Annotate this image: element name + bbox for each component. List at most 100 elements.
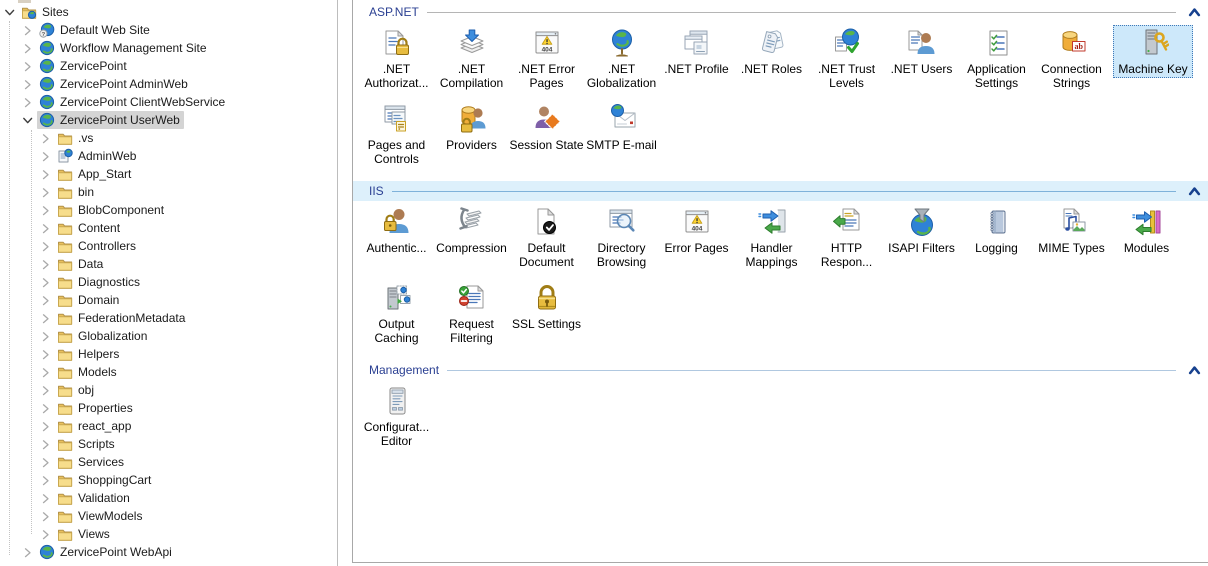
collapse-chevron-icon[interactable]: [4, 7, 15, 18]
expand-chevron-icon[interactable]: [40, 529, 51, 540]
feature-error-pages[interactable]: 404 Error Pages: [659, 204, 734, 271]
tree-item-controllers[interactable]: Controllers: [0, 237, 337, 255]
feature-authentic[interactable]: Authentic...: [359, 204, 434, 271]
feature-compression[interactable]: Compression: [434, 204, 509, 271]
tree-item-federationmetadata[interactable]: FederationMetadata: [0, 309, 337, 327]
expand-chevron-icon[interactable]: [40, 367, 51, 378]
feature-net-users[interactable]: .NET Users: [884, 25, 959, 92]
collapse-section-button[interactable]: [1188, 7, 1201, 17]
tree-item-validation[interactable]: Validation: [0, 489, 337, 507]
expand-chevron-icon[interactable]: [40, 259, 51, 270]
collapse-chevron-icon[interactable]: [22, 115, 33, 126]
tree-item-vs[interactable]: .vs: [0, 129, 337, 147]
feature-net-compilation[interactable]: .NET Compilation: [434, 25, 509, 92]
expand-chevron-icon[interactable]: [22, 43, 33, 54]
expand-chevron-icon[interactable]: [40, 493, 51, 504]
tree-item-zervicepoint[interactable]: ZervicePoint: [0, 57, 337, 75]
tree-item-data[interactable]: Data: [0, 255, 337, 273]
tree-item-zervicepoint-clientwebservice[interactable]: ZervicePoint ClientWebService: [0, 93, 337, 111]
feature-directory-browsing[interactable]: Directory Browsing: [584, 204, 659, 271]
feature-default-document[interactable]: Default Document: [509, 204, 584, 271]
feature-providers[interactable]: Providers: [434, 101, 509, 168]
feature-isapi-filters[interactable]: ISAPI Filters: [884, 204, 959, 271]
tree-item-scripts[interactable]: Scripts: [0, 435, 337, 453]
section-header-iis[interactable]: IIS: [353, 181, 1208, 201]
tree-item-shoppingcart[interactable]: ShoppingCart: [0, 471, 337, 489]
feature-configurat-editor[interactable]: Configurat... Editor: [359, 383, 434, 450]
feature-net-error-pages[interactable]: 404 .NET Error Pages: [509, 25, 584, 92]
section-header-asp-net[interactable]: ASP.NET: [359, 2, 1208, 22]
tree-item-globalization[interactable]: Globalization: [0, 327, 337, 345]
feature-net-globalization[interactable]: .NET Globalization: [584, 25, 659, 92]
tree-item-adminweb[interactable]: AdminWeb: [0, 147, 337, 165]
feature-http-respon[interactable]: HTTP Respon...: [809, 204, 884, 271]
expand-chevron-icon[interactable]: [40, 205, 51, 216]
feature-machine-key[interactable]: Machine Key: [1109, 25, 1197, 92]
expand-chevron-icon[interactable]: [40, 331, 51, 342]
expand-chevron-icon[interactable]: [40, 313, 51, 324]
expand-chevron-icon[interactable]: [40, 223, 51, 234]
tree-item-helpers[interactable]: Helpers: [0, 345, 337, 363]
feature-net-authorizat[interactable]: .NET Authorizat...: [359, 25, 434, 92]
collapse-section-button[interactable]: [1188, 365, 1201, 375]
feature-pages-and-controls[interactable]: Pages and Controls: [359, 101, 434, 168]
tree-item-blobcomponent[interactable]: BlobComponent: [0, 201, 337, 219]
tree-item-services[interactable]: Services: [0, 453, 337, 471]
expand-chevron-icon[interactable]: [40, 349, 51, 360]
tree-item-views[interactable]: Views: [0, 525, 337, 543]
expand-chevron-icon[interactable]: [22, 79, 33, 90]
feature-modules[interactable]: Modules: [1109, 204, 1184, 271]
feature-net-profile[interactable]: .NET Profile: [659, 25, 734, 92]
tree-item-content[interactable]: Content: [0, 219, 337, 237]
expand-chevron-icon[interactable]: [22, 25, 33, 36]
tree-item-workflow-management-site[interactable]: Workflow Management Site: [0, 39, 337, 57]
expand-chevron-icon[interactable]: [40, 187, 51, 198]
feature-mime-types[interactable]: MIME Types: [1034, 204, 1109, 271]
collapse-section-button[interactable]: [1188, 186, 1201, 196]
tree-item-bin[interactable]: bin: [0, 183, 337, 201]
feature-net-trust-levels[interactable]: .NET Trust Levels: [809, 25, 884, 92]
tree-item-models[interactable]: Models: [0, 363, 337, 381]
tree-item-react-app[interactable]: react_app: [0, 417, 337, 435]
tree-item-zervicepoint-webapi[interactable]: ZervicePoint WebApi: [0, 543, 337, 561]
feature-ssl-settings[interactable]: SSL Settings: [509, 280, 584, 347]
expand-chevron-icon[interactable]: [40, 241, 51, 252]
expand-chevron-icon[interactable]: [40, 133, 51, 144]
expand-chevron-icon[interactable]: [40, 295, 51, 306]
expand-chevron-icon[interactable]: [40, 439, 51, 450]
expand-chevron-icon[interactable]: [22, 97, 33, 108]
feature-application-settings[interactable]: Application Settings: [959, 25, 1034, 92]
feature-net-roles[interactable]: .NET Roles: [734, 25, 809, 92]
feature-connection-strings[interactable]: ab Connection Strings: [1034, 25, 1109, 92]
tree-item-properties[interactable]: Properties: [0, 399, 337, 417]
expand-chevron-icon[interactable]: [40, 421, 51, 432]
feature-smtp-e-mail[interactable]: SMTP E-mail: [584, 101, 659, 168]
tree-item-zervicepoint-userweb[interactable]: ZervicePoint UserWeb: [0, 111, 337, 129]
tree-item-zervicepoint-adminweb[interactable]: ZervicePoint AdminWeb: [0, 75, 337, 93]
expand-chevron-icon[interactable]: [40, 169, 51, 180]
feature-output-caching[interactable]: Output Caching: [359, 280, 434, 347]
expand-chevron-icon[interactable]: [40, 475, 51, 486]
expand-chevron-icon[interactable]: [22, 61, 33, 72]
expand-chevron-icon[interactable]: [22, 547, 33, 558]
tree-item-app-start[interactable]: App_Start: [0, 165, 337, 183]
section-header-management[interactable]: Management: [359, 360, 1208, 380]
feature-logging[interactable]: Logging: [959, 204, 1034, 271]
pane-splitter[interactable]: [339, 0, 352, 566]
feature-session-state[interactable]: Session State: [509, 101, 584, 168]
tree-item-sites[interactable]: Sites: [0, 3, 337, 21]
expand-chevron-icon[interactable]: [40, 277, 51, 288]
tree-item-obj[interactable]: obj: [0, 381, 337, 399]
expand-chevron-icon[interactable]: [40, 403, 51, 414]
feature-request-filtering[interactable]: Request Filtering: [434, 280, 509, 347]
expand-chevron-icon[interactable]: [40, 457, 51, 468]
expand-chevron-icon[interactable]: [40, 151, 51, 162]
tree-item-viewmodels[interactable]: ViewModels: [0, 507, 337, 525]
feature-label: Connection Strings: [1041, 62, 1102, 90]
tree-item-domain[interactable]: Domain: [0, 291, 337, 309]
tree-item-default-web-site[interactable]: ? Default Web Site: [0, 21, 337, 39]
feature-handler-mappings[interactable]: Handler Mappings: [734, 204, 809, 271]
tree-item-diagnostics[interactable]: Diagnostics: [0, 273, 337, 291]
expand-chevron-icon[interactable]: [40, 511, 51, 522]
expand-chevron-icon[interactable]: [40, 385, 51, 396]
